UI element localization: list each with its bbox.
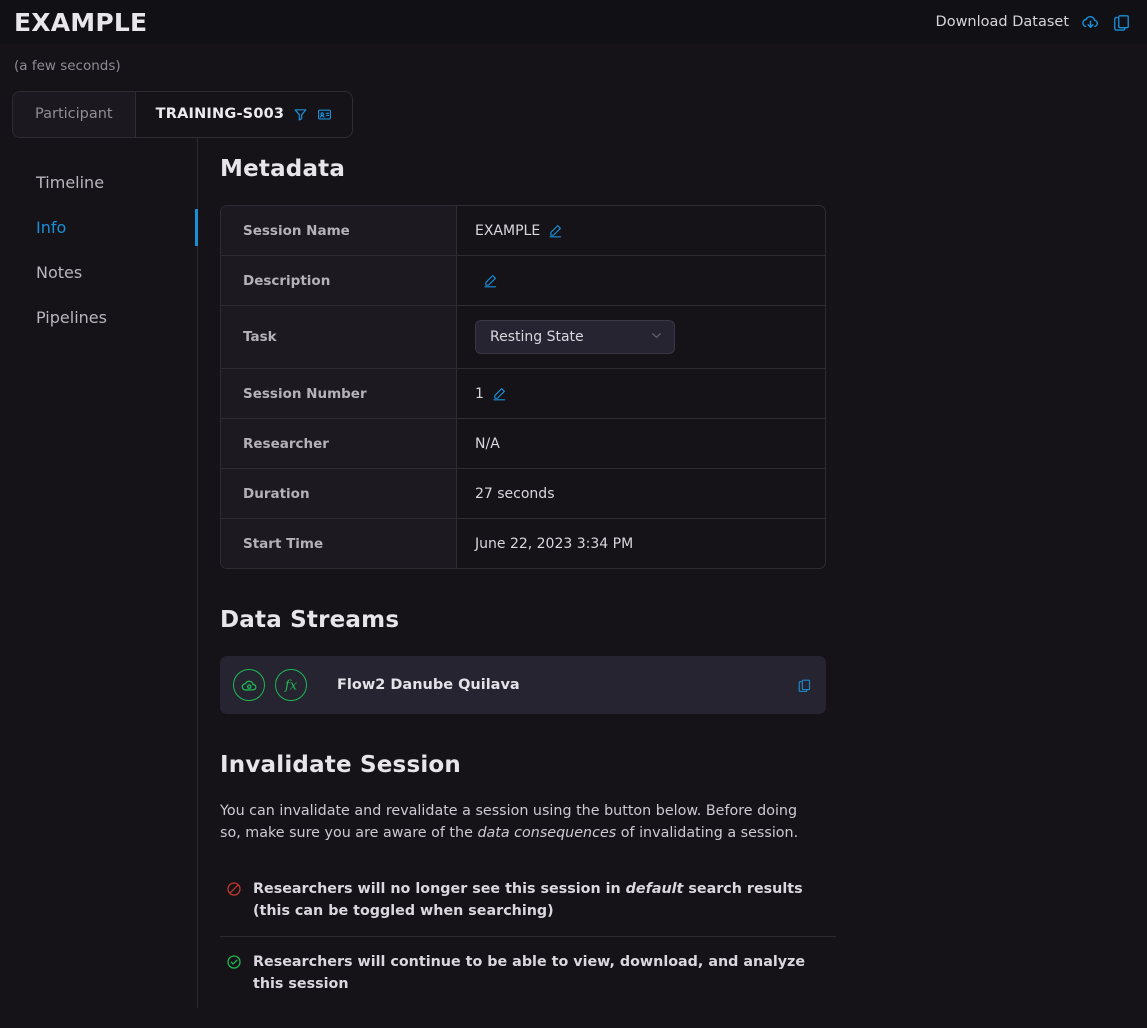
row-key: Researcher <box>221 419 457 468</box>
row-value: EXAMPLE <box>457 206 825 255</box>
metadata-table: Session Name EXAMPLE Description Task Re… <box>220 205 826 569</box>
sidebar-item-info[interactable]: Info <box>0 205 198 250</box>
header-actions: Download Dataset <box>936 12 1131 33</box>
participant-pill-wrap: Participant TRAINING-S003 <box>0 74 1147 138</box>
list-item: Researchers will continue to be able to … <box>220 937 836 1008</box>
data-stream-row[interactable]: fx Flow2 Danube Quilava <box>220 656 826 714</box>
table-row: Duration 27 seconds <box>221 469 825 519</box>
row-key: Session Name <box>221 206 457 255</box>
session-name-value: EXAMPLE <box>475 222 541 239</box>
sidebar-item-notes[interactable]: Notes <box>0 250 197 295</box>
row-key: Duration <box>221 469 457 518</box>
top-header-bar: EXAMPLE Download Dataset <box>0 0 1147 44</box>
edit-pencil-icon[interactable] <box>548 223 563 238</box>
metadata-heading: Metadata <box>220 156 346 182</box>
invalidate-session-section: Invalidate Session You can invalidate an… <box>220 752 1147 1008</box>
edit-pencil-icon[interactable] <box>483 273 498 288</box>
table-row: Researcher N/A <box>221 419 825 469</box>
row-value: 1 <box>457 369 825 418</box>
invalidate-description-emphasis: data consequences <box>477 824 617 841</box>
check-circle-icon <box>226 954 242 995</box>
table-row: Description <box>221 256 825 306</box>
sidebar-item-label: Pipelines <box>36 308 107 327</box>
copy-icon[interactable] <box>797 678 812 693</box>
cloud-download-icon[interactable] <box>1080 12 1101 33</box>
table-row: Session Number 1 <box>221 369 825 419</box>
data-streams-heading: Data Streams <box>220 607 400 633</box>
cloud-check-icon <box>233 669 265 701</box>
row-value: June 22, 2023 3:34 PM <box>475 535 634 552</box>
filter-icon[interactable] <box>293 107 308 122</box>
sidebar-item-timeline[interactable]: Timeline <box>0 160 197 205</box>
prohibited-icon <box>226 881 242 922</box>
row-key: Description <box>221 256 457 305</box>
copy-icon[interactable] <box>1112 13 1131 32</box>
sidebar-nav: Timeline Info Notes Pipelines <box>0 138 198 1008</box>
list-item: Researchers will no longer see this sess… <box>220 864 836 937</box>
row-value: N/A <box>475 435 500 452</box>
data-streams-section: Data Streams fx Flow2 Danube Quilava <box>220 607 1147 714</box>
consequence-text: Researchers will no longer see this sess… <box>253 878 836 922</box>
row-value: 27 seconds <box>475 485 555 502</box>
session-number-value: 1 <box>475 385 484 402</box>
sidebar-item-label: Info <box>36 218 67 237</box>
id-card-icon[interactable] <box>317 107 332 122</box>
edit-pencil-icon[interactable] <box>492 386 507 401</box>
consequence-emphasis: default <box>625 881 684 897</box>
svg-text:fx: fx <box>284 679 298 694</box>
download-dataset-label: Download Dataset <box>935 14 1069 30</box>
fx-icon: fx <box>275 669 307 701</box>
row-key: Start Time <box>221 519 457 568</box>
consequence-text-part1: Researchers will no longer see this sess… <box>253 881 626 897</box>
row-value <box>457 256 825 305</box>
body-region: Timeline Info Notes Pipelines Metadata S… <box>0 138 1147 1008</box>
row-key: Session Number <box>221 369 457 418</box>
invalidate-heading: Invalidate Session <box>220 752 462 778</box>
elapsed-time-label: (a few seconds) <box>14 58 121 74</box>
row-value: Resting State <box>457 306 825 368</box>
table-row: Task Resting State <box>221 306 825 369</box>
sidebar-item-label: Timeline <box>36 173 105 192</box>
consequence-text: Researchers will continue to be able to … <box>253 954 806 992</box>
consequences-list: Researchers will no longer see this sess… <box>220 864 836 1008</box>
participant-id-text: TRAINING-S003 <box>155 106 285 122</box>
invalidate-description-part2: of invalidating a session. <box>616 824 799 841</box>
invalidate-description: You can invalidate and revalidate a sess… <box>220 801 812 844</box>
task-select[interactable]: Resting State <box>475 320 675 354</box>
sidebar-item-label: Notes <box>36 263 83 282</box>
participant-value[interactable]: TRAINING-S003 <box>136 92 353 137</box>
participant-key-label: Participant <box>13 92 136 137</box>
page-title: EXAMPLE <box>14 7 148 37</box>
sidebar-item-pipelines[interactable]: Pipelines <box>0 295 197 340</box>
participant-pill[interactable]: Participant TRAINING-S003 <box>12 91 354 138</box>
main-content: Metadata Session Name EXAMPLE Descriptio… <box>198 138 1147 1008</box>
data-stream-name: Flow2 Danube Quilava <box>337 677 520 693</box>
row-key: Task <box>221 306 457 368</box>
task-selected-value: Resting State <box>490 329 584 345</box>
chevron-down-icon <box>650 329 663 345</box>
table-row: Start Time June 22, 2023 3:34 PM <box>221 519 825 568</box>
table-row: Session Name EXAMPLE <box>221 206 825 256</box>
